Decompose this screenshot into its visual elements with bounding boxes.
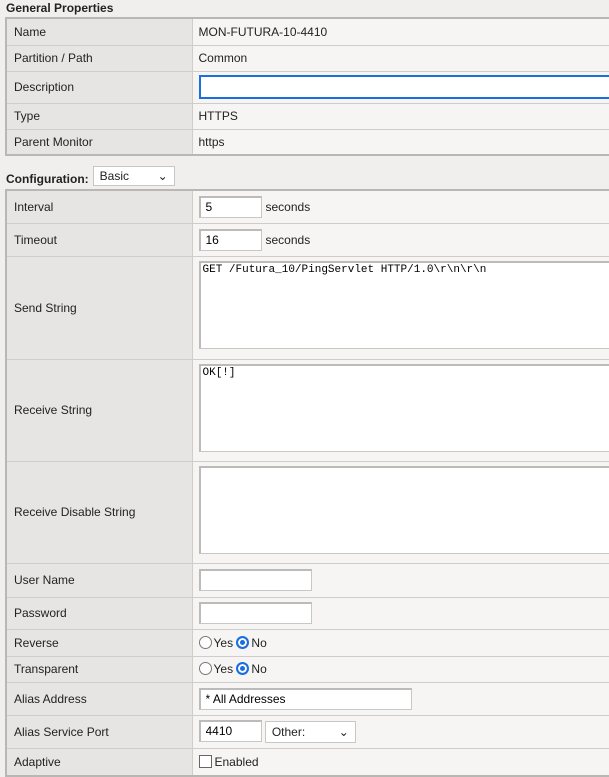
alias-port-select-value: Other: — [272, 725, 305, 739]
general-properties-heading: General Properties — [6, 1, 113, 15]
timeout-input[interactable] — [199, 229, 262, 251]
username-label: User Name — [6, 563, 192, 597]
reverse-label: Reverse — [6, 629, 192, 656]
alias-port-label: Alias Service Port — [6, 715, 192, 748]
receive-disable-string-label: Receive Disable String — [6, 461, 192, 563]
configuration-label: Configuration: — [6, 172, 89, 186]
adaptive-checkbox[interactable] — [199, 755, 212, 768]
name-label: Name — [6, 18, 192, 45]
timeout-label: Timeout — [6, 223, 192, 256]
alias-port-select[interactable]: Other: ⌄ — [265, 721, 356, 743]
transparent-yes-label: Yes — [214, 662, 234, 676]
partition-label: Partition / Path — [6, 45, 192, 71]
send-string-label: Send String — [6, 256, 192, 359]
receive-string-textarea[interactable]: OK[!] — [199, 364, 609, 452]
general-properties-table: NameMON-FUTURA-10-4410 Partition / PathC… — [5, 17, 609, 156]
type-label: Type — [6, 103, 192, 129]
receive-disable-string-textarea[interactable] — [199, 466, 609, 554]
interval-label: Interval — [6, 190, 192, 223]
transparent-no-label: No — [251, 662, 266, 676]
name-value: MON-FUTURA-10-4410 — [192, 18, 609, 45]
transparent-yes-radio[interactable] — [199, 662, 212, 675]
configuration-mode-select[interactable]: Basic ⌄ — [93, 166, 175, 186]
alias-address-label: Alias Address — [6, 682, 192, 715]
transparent-no-radio[interactable] — [236, 662, 249, 675]
adaptive-label: Adaptive — [6, 748, 192, 776]
reverse-no-label: No — [251, 636, 266, 650]
parent-monitor-value: https — [192, 129, 609, 155]
reverse-yes-label: Yes — [214, 636, 234, 650]
interval-unit: seconds — [266, 200, 311, 214]
configuration-table: Interval seconds Timeout seconds Send Stri… — [5, 189, 609, 777]
interval-input[interactable] — [199, 196, 262, 218]
description-input[interactable] — [199, 75, 609, 99]
reverse-no-radio[interactable] — [236, 636, 249, 649]
chevron-down-icon: ⌄ — [158, 169, 168, 183]
password-input[interactable] — [199, 602, 312, 624]
timeout-unit: seconds — [266, 233, 311, 247]
alias-address-input[interactable] — [199, 688, 412, 710]
password-label: Password — [6, 597, 192, 629]
transparent-label: Transparent — [6, 656, 192, 682]
partition-value: Common — [192, 45, 609, 71]
parent-monitor-label: Parent Monitor — [6, 129, 192, 155]
username-input[interactable] — [199, 569, 312, 591]
type-value: HTTPS — [192, 103, 609, 129]
send-string-textarea[interactable]: GET /Futura_10/PingServlet HTTP/1.0\r\n\… — [199, 261, 609, 349]
reverse-yes-radio[interactable] — [199, 636, 212, 649]
description-label: Description — [6, 71, 192, 103]
configuration-mode-value: Basic — [100, 169, 129, 183]
chevron-down-icon: ⌄ — [339, 725, 349, 739]
alias-port-input[interactable] — [199, 720, 262, 742]
receive-string-label: Receive String — [6, 359, 192, 461]
